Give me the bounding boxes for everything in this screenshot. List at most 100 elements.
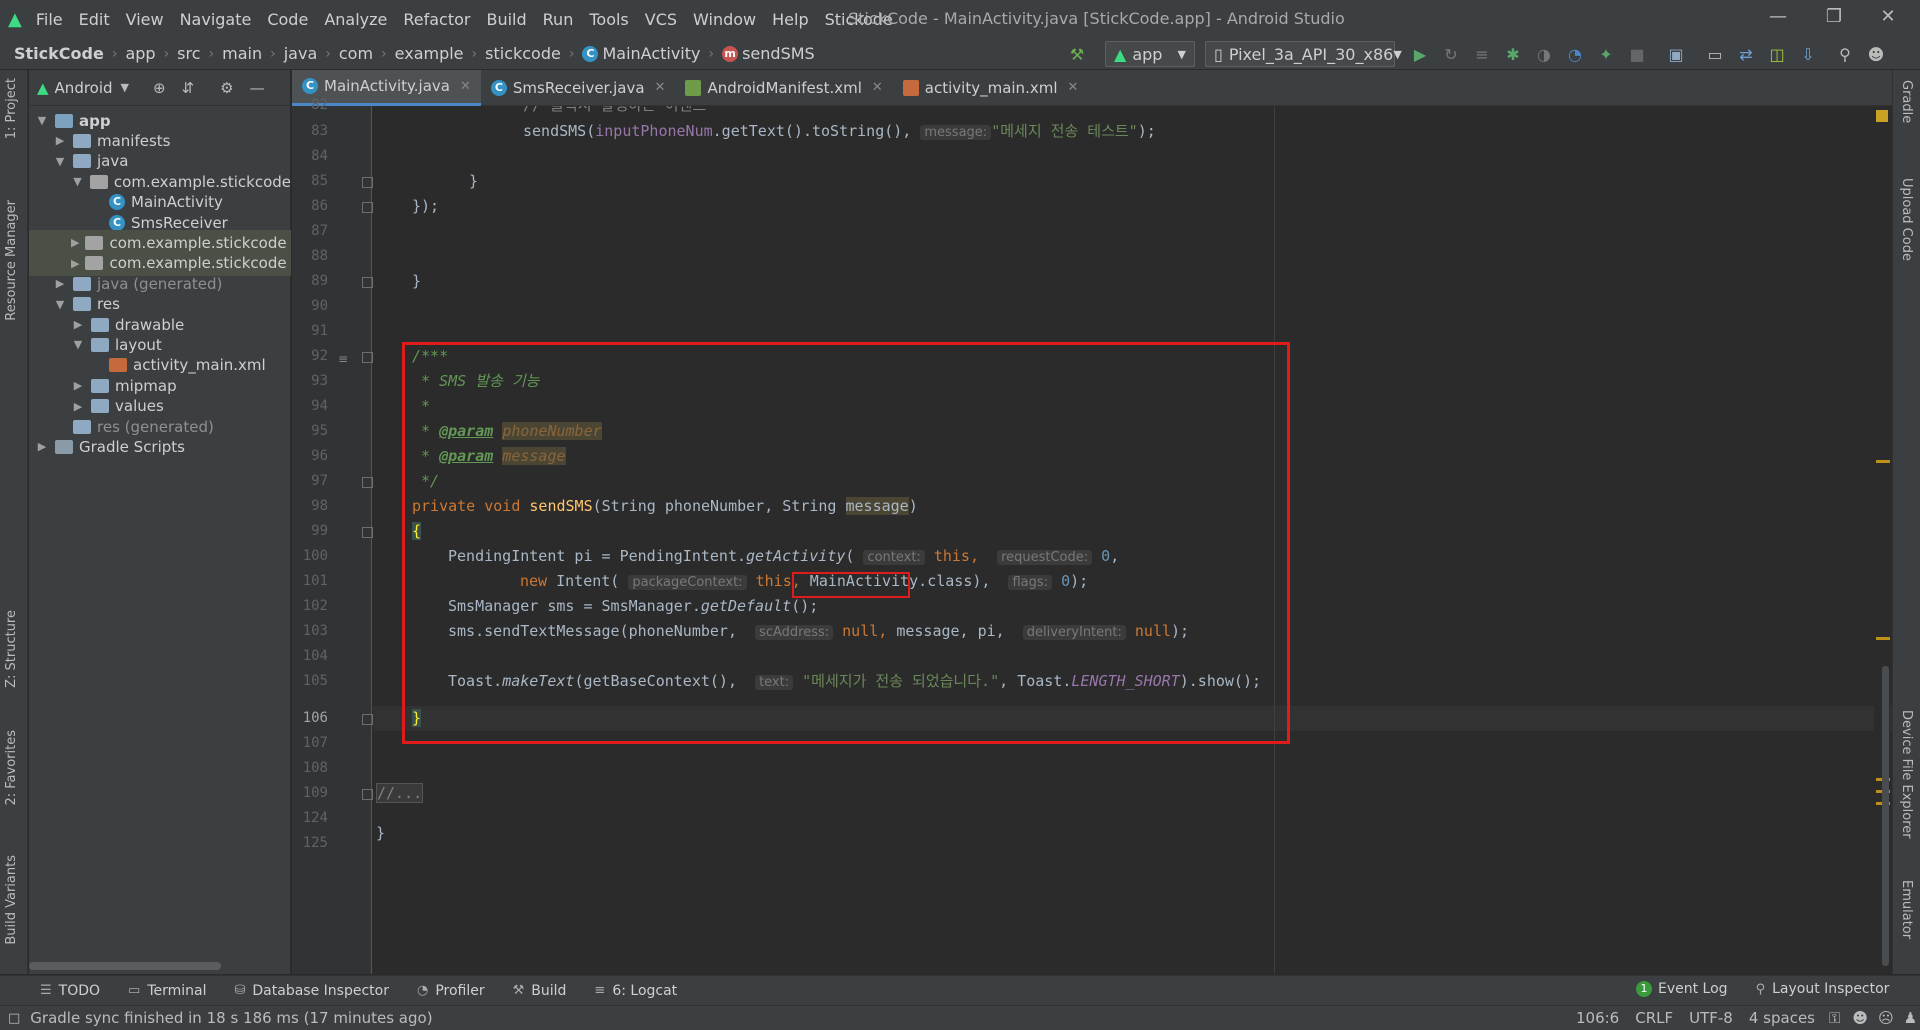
- locate-target-icon[interactable]: ⊕: [153, 79, 166, 97]
- editor-vertical-scrollbar[interactable]: [1882, 666, 1889, 966]
- collapse-arrow-icon[interactable]: ▶: [71, 400, 85, 413]
- breadcrumb-item[interactable]: MainActivity: [602, 44, 700, 63]
- menu-run[interactable]: Run: [543, 10, 574, 29]
- menu-tools[interactable]: Tools: [589, 10, 628, 29]
- tool-layout-inspector[interactable]: ⚲ Layout Inspector: [1756, 981, 1890, 997]
- breadcrumb-item[interactable]: StickCode: [14, 44, 104, 63]
- tool-build[interactable]: ⚒ Build: [513, 983, 567, 999]
- hide-panel-icon[interactable]: —: [250, 79, 265, 97]
- minimize-button[interactable]: —: [1758, 6, 1798, 32]
- menu-view[interactable]: View: [126, 10, 164, 29]
- menu-build[interactable]: Build: [486, 10, 526, 29]
- fold-marker-icon[interactable]: [362, 477, 373, 488]
- hammer-build-icon[interactable]: ⚒: [1066, 43, 1088, 65]
- apply-code-changes-icon[interactable]: ≡: [1471, 43, 1493, 65]
- line-separator[interactable]: CRLF: [1635, 1009, 1673, 1027]
- tool-todo[interactable]: ☰ TODO: [40, 983, 100, 999]
- error-stripe[interactable]: [1874, 106, 1890, 974]
- tool-device-file-explorer[interactable]: Device File Explorer: [1899, 710, 1914, 839]
- collapse-arrow-icon[interactable]: ▶: [71, 318, 85, 331]
- tool-logcat[interactable]: ≡ 6: Logcat: [594, 983, 677, 999]
- run-icon[interactable]: ▶: [1409, 43, 1431, 65]
- close-tab-icon[interactable]: ✕: [872, 80, 883, 95]
- menu-edit[interactable]: Edit: [79, 10, 110, 29]
- close-tab-icon[interactable]: ✕: [1068, 80, 1079, 95]
- expand-arrow-icon[interactable]: ▼: [35, 114, 49, 127]
- device-manager-icon[interactable]: ▭: [1704, 43, 1726, 65]
- breadcrumb-item[interactable]: stickcode: [485, 44, 561, 63]
- file-encoding[interactable]: UTF-8: [1689, 1009, 1733, 1027]
- tree-item[interactable]: ▶ Gradle Scripts: [29, 434, 291, 459]
- editor-tab[interactable]: activity_main.xml ✕: [893, 70, 1089, 106]
- avd-manager-icon[interactable]: ◫: [1766, 43, 1788, 65]
- tool-project[interactable]: 1: Project: [4, 78, 19, 139]
- editor-tab[interactable]: AndroidManifest.xml ✕: [675, 70, 892, 106]
- fold-marker-icon[interactable]: [362, 527, 373, 538]
- chevron-down-icon[interactable]: ▼: [121, 81, 129, 94]
- tool-event-log[interactable]: 1 Event Log: [1636, 981, 1728, 997]
- stripe-mark[interactable]: [1876, 460, 1890, 463]
- profile-icon[interactable]: ◔: [1564, 43, 1586, 65]
- expand-arrow-icon[interactable]: ▼: [71, 175, 84, 188]
- close-tab-icon[interactable]: ✕: [655, 80, 666, 95]
- fold-marker-icon[interactable]: [362, 789, 373, 800]
- apply-changes-icon[interactable]: ↻: [1440, 43, 1462, 65]
- close-window-button[interactable]: ✕: [1868, 6, 1908, 32]
- menu-file[interactable]: File: [36, 10, 63, 29]
- debug-icon[interactable]: ✱: [1502, 43, 1524, 65]
- fold-marker-icon[interactable]: [362, 352, 373, 363]
- warning-indicator-icon[interactable]: [1876, 110, 1888, 122]
- lock-icon[interactable]: ⚿: [1829, 1009, 1840, 1027]
- collapse-arrow-icon[interactable]: ▶: [35, 440, 49, 453]
- tool-upload-code[interactable]: Upload Code: [1899, 178, 1914, 261]
- tool-gradle[interactable]: Gradle: [1899, 80, 1914, 123]
- tool-profiler[interactable]: ◔ Profiler: [417, 983, 485, 999]
- tool-favorites[interactable]: 2: Favorites: [4, 730, 19, 806]
- breadcrumb-item[interactable]: java: [284, 44, 318, 63]
- project-structure-icon[interactable]: ▣: [1665, 43, 1687, 65]
- collapse-arrow-icon[interactable]: ▶: [71, 236, 79, 249]
- menu-analyze[interactable]: Analyze: [324, 10, 387, 29]
- stop-icon[interactable]: ■: [1626, 43, 1648, 65]
- breadcrumb-item[interactable]: example: [395, 44, 464, 63]
- tool-resource-manager[interactable]: Resource Manager: [4, 200, 19, 321]
- tool-build-variants[interactable]: Build Variants: [4, 855, 19, 945]
- restore-button[interactable]: ❐: [1814, 6, 1854, 32]
- menu-vcs[interactable]: VCS: [645, 10, 677, 29]
- project-horizontal-scrollbar[interactable]: [29, 962, 221, 970]
- breadcrumb-item[interactable]: com: [339, 44, 373, 63]
- folded-region[interactable]: //...: [376, 783, 424, 803]
- tool-terminal[interactable]: ▭ Terminal: [128, 983, 206, 999]
- smiley-icon[interactable]: ☻: [1852, 1009, 1868, 1027]
- menu-navigate[interactable]: Navigate: [180, 10, 252, 29]
- status-toggle-icon[interactable]: □: [8, 1011, 20, 1026]
- caret-position[interactable]: 106:6: [1576, 1009, 1619, 1027]
- inspector-icon[interactable]: ♟: [1904, 1009, 1917, 1027]
- indent-setting[interactable]: 4 spaces: [1749, 1009, 1815, 1027]
- menu-window[interactable]: Window: [693, 10, 756, 29]
- collapse-all-icon[interactable]: ⇵: [182, 79, 195, 97]
- collapse-arrow-icon[interactable]: ▶: [71, 379, 85, 392]
- sync-gradle-icon[interactable]: ⇄: [1735, 43, 1757, 65]
- menu-help[interactable]: Help: [772, 10, 808, 29]
- user-icon[interactable]: ☻: [1865, 43, 1887, 65]
- render-doc-icon[interactable]: ≡: [338, 352, 348, 366]
- breadcrumb-item[interactable]: sendSMS: [742, 44, 815, 63]
- breadcrumb-item[interactable]: app: [125, 44, 155, 63]
- collapse-arrow-icon[interactable]: ▶: [53, 134, 67, 147]
- status-message[interactable]: Gradle sync finished in 18 s 186 ms (17 …: [30, 1009, 432, 1027]
- expand-arrow-icon[interactable]: ▼: [53, 155, 67, 168]
- tool-emulator[interactable]: Emulator: [1899, 880, 1914, 939]
- fold-marker-icon[interactable]: [362, 277, 373, 288]
- frown-icon[interactable]: ☹: [1878, 1009, 1894, 1027]
- project-view-select[interactable]: Android: [55, 79, 113, 97]
- device-select[interactable]: ▯ Pixel_3a_API_30_x86 ▼: [1205, 41, 1402, 67]
- tool-database-inspector[interactable]: ⛁ Database Inspector: [235, 983, 389, 999]
- coverage-icon[interactable]: ◑: [1533, 43, 1555, 65]
- stripe-mark[interactable]: [1876, 637, 1890, 640]
- close-tab-icon[interactable]: ✕: [460, 79, 471, 94]
- search-icon[interactable]: ⚲: [1834, 43, 1856, 65]
- attach-debugger-icon[interactable]: ✦: [1595, 43, 1617, 65]
- sdk-manager-icon[interactable]: ⇩: [1797, 43, 1819, 65]
- menu-code[interactable]: Code: [267, 10, 308, 29]
